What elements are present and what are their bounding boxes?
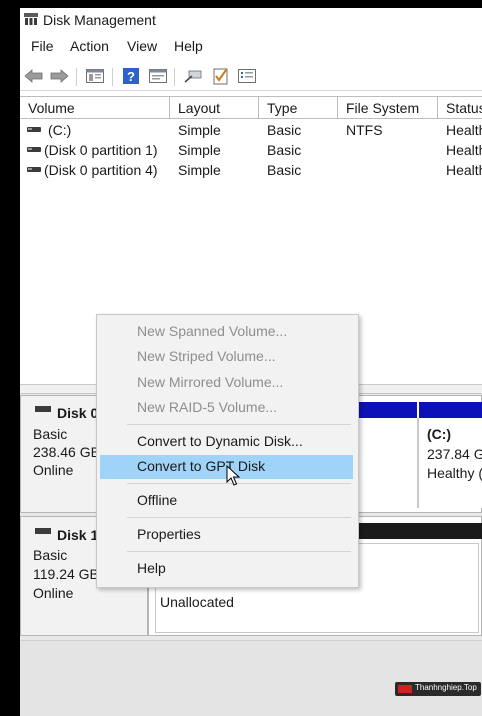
volume-layout: Simple (178, 122, 221, 138)
menu-item-offline[interactable]: Offline (100, 489, 353, 513)
disk-size: 238.46 GB (33, 444, 100, 460)
menu-item-convert-to-dynamic-disk[interactable]: Convert to Dynamic Disk... (100, 430, 353, 454)
list-icon[interactable] (236, 66, 258, 86)
volume-row[interactable]: (C:) Simple Basic NTFS Health (20, 120, 482, 140)
pane-footer (20, 640, 482, 716)
volume-row[interactable]: (Disk 0 partition 4) Simple Basic Health (20, 160, 482, 180)
menu-bar: File Action View Help (20, 38, 482, 58)
disk-management-icon (24, 13, 38, 25)
volume-type: Basic (267, 162, 302, 178)
back-arrow-icon[interactable] (23, 66, 45, 86)
toolbar: ? (20, 64, 482, 91)
disk-name: Disk 1 (57, 527, 99, 543)
menu-separator (127, 424, 351, 425)
disk-state: Online (33, 585, 74, 601)
column-header-layout[interactable]: Layout (170, 97, 259, 119)
drive-icon (27, 167, 41, 172)
properties-icon[interactable] (147, 66, 169, 86)
menu-separator (127, 517, 351, 518)
menu-item-new-raid5-volume: New RAID-5 Volume... (137, 399, 278, 415)
partition-size: 237.84 G (427, 446, 482, 462)
volume-layout: Simple (178, 162, 221, 178)
volume-name: (Disk 0 partition 4) (44, 162, 158, 178)
menu-item-properties[interactable]: Properties (100, 523, 353, 547)
disk-type: Basic (33, 547, 68, 563)
menu-separator (127, 551, 351, 552)
window-title: Disk Management (43, 12, 156, 28)
menu-item-new-striped-volume: New Striped Volume... (137, 348, 276, 364)
disk-type: Basic (33, 426, 68, 442)
disk-size: 119.24 GB (33, 566, 99, 582)
menu-view[interactable]: View (127, 38, 157, 54)
volume-type: Basic (267, 122, 302, 138)
check-icon[interactable] (210, 66, 232, 86)
partition-status: Healthy ( (427, 465, 482, 481)
volume-layout: Simple (178, 142, 221, 158)
partition-c[interactable]: (C:) 237.84 G Healthy ( (417, 418, 482, 508)
svg-text:?: ? (127, 69, 135, 84)
partition-stripe (357, 402, 417, 418)
mouse-cursor-icon (226, 465, 240, 486)
volume-status: Health (446, 162, 482, 178)
volume-name: (C:) (48, 122, 72, 138)
column-header-file-system[interactable]: File System (338, 97, 438, 119)
volume-status: Health (446, 142, 482, 158)
disk-state: Online (33, 462, 74, 478)
menu-action[interactable]: Action (70, 38, 109, 54)
drive-icon (27, 147, 41, 152)
menu-item-new-mirrored-volume: New Mirrored Volume... (137, 374, 284, 390)
disk-icon (35, 528, 51, 534)
column-header-type[interactable]: Type (259, 97, 338, 119)
menu-file[interactable]: File (31, 38, 54, 54)
disk-name: Disk 0 (57, 405, 99, 421)
volume-row[interactable]: (Disk 0 partition 1) Simple Basic Health (20, 140, 482, 160)
menu-item-new-spanned-volume: New Spanned Volume... (137, 323, 288, 339)
watermark-logo-icon (398, 685, 412, 693)
volume-name: (Disk 0 partition 1) (44, 142, 158, 158)
volume-status: Health (446, 122, 482, 138)
help-icon[interactable]: ? (120, 66, 142, 86)
column-header-volume[interactable]: Volume (20, 97, 170, 119)
title-bar: Disk Management (20, 8, 482, 32)
console-tree-icon[interactable] (84, 66, 106, 86)
column-header-status[interactable]: Status (438, 97, 482, 119)
drive-icon (27, 127, 41, 132)
unallocated-label: Unallocated (160, 594, 234, 610)
context-menu: New Spanned Volume... New Striped Volume… (96, 314, 359, 588)
menu-item-help[interactable]: Help (100, 557, 353, 581)
unallocated-stripe (359, 523, 482, 539)
volume-file-system: NTFS (346, 122, 383, 138)
disk-icon (35, 406, 51, 412)
forward-arrow-icon[interactable] (48, 66, 70, 86)
menu-help[interactable]: Help (174, 38, 203, 54)
watermark: Thanhnghiep.Top (395, 682, 481, 696)
watermark-text: Thanhnghiep.Top (415, 683, 477, 692)
partition-stripe (419, 402, 482, 418)
connect-icon[interactable] (182, 66, 204, 86)
volume-type: Basic (267, 142, 302, 158)
partition-label: (C:) (427, 426, 452, 442)
